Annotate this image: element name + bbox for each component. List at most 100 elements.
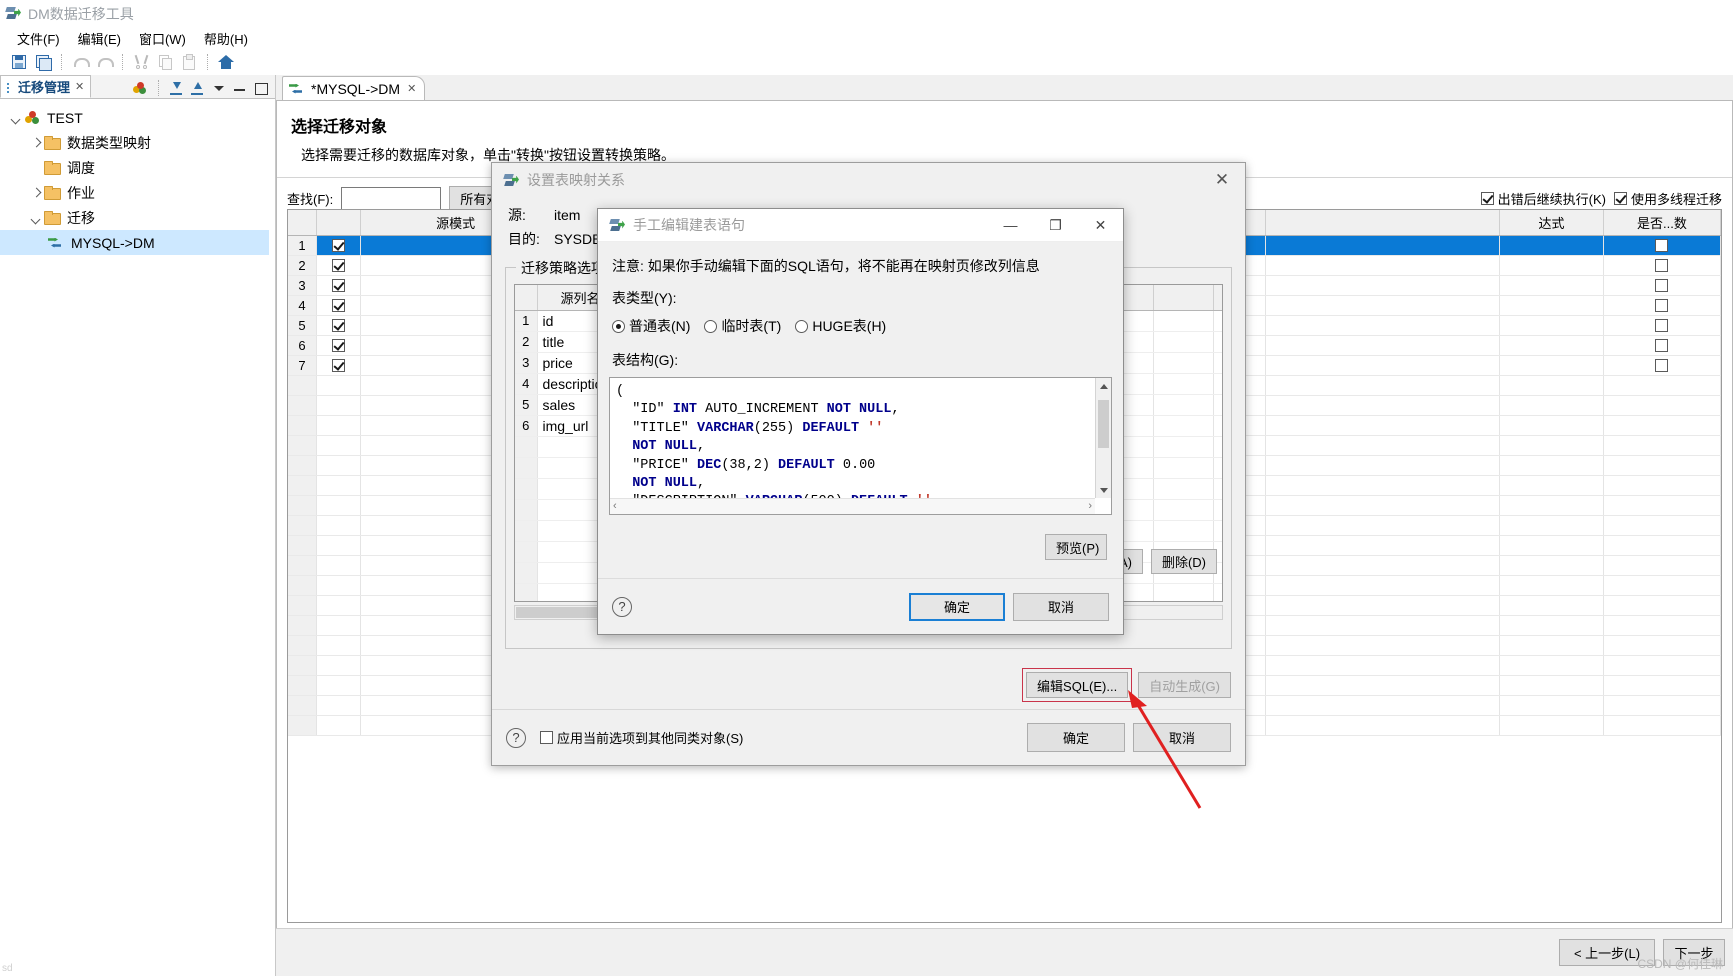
tab-migration-management[interactable]: 迁移管理 ✕ [0,75,92,98]
menu-edit[interactable]: 编辑(E) [69,27,130,50]
sql-editor[interactable]: ( "ID" INT AUTO_INCREMENT NOT NULL, "TIT… [609,377,1112,515]
checkbox-icon[interactable] [1655,339,1669,352]
checkbox-icon[interactable] [1655,239,1669,252]
db-balls-icon[interactable] [132,81,148,96]
export-icon[interactable] [190,81,206,96]
chevron-right-icon[interactable] [28,185,44,201]
cell-is-count[interactable] [1213,331,1222,353]
menu-help[interactable]: 帮助(H) [195,27,257,50]
redo-icon[interactable] [93,52,115,73]
import-icon[interactable] [169,81,185,96]
continue-on-error-checkbox[interactable]: 出错后继续执行(K) [1480,189,1606,208]
preview-sql-button[interactable]: 预览(P) [1045,534,1107,560]
close-icon[interactable]: ✕ [75,80,84,93]
checkbox-icon[interactable] [1655,359,1669,372]
chevron-down-icon[interactable] [8,110,24,126]
checkbox-icon[interactable] [332,239,346,252]
checkbox-icon[interactable] [540,731,553,744]
cell-is-count[interactable] [1213,310,1222,332]
multithread-checkbox[interactable]: 使用多线程迁移 [1613,189,1722,208]
col-is-count[interactable]: 是否...数 [1213,285,1222,311]
radio-icon[interactable] [704,320,718,333]
tree-item-migration[interactable]: 迁移 [0,205,275,230]
tree-item-schedule[interactable]: 调度 [0,155,275,180]
cell-is-count[interactable] [1213,373,1222,395]
menu-window[interactable]: 窗口(W) [130,27,195,50]
tree-item-job[interactable]: 作业 [0,180,275,205]
row-checkbox[interactable] [316,255,362,276]
scroll-down-icon[interactable] [1096,482,1111,498]
checkbox-icon[interactable] [1655,299,1669,312]
edit-sql-button[interactable]: 编辑SQL(E)... [1026,672,1129,698]
cell-is-count[interactable] [1603,315,1721,336]
cell-is-count[interactable] [1603,275,1721,296]
radio-temp-table[interactable]: 临时表(T) [704,316,781,336]
col-rownum[interactable] [515,285,538,311]
maximize-icon[interactable]: ❐ [1033,209,1078,242]
cell-is-count[interactable] [1213,415,1222,437]
sql-horizontal-scrollbar[interactable]: ‹ › [610,498,1095,514]
minimize-icon[interactable] [232,81,248,96]
tree-item-mysql-to-dm[interactable]: MYSQL->DM [0,230,269,255]
col-rownum[interactable] [288,210,318,236]
cell-is-count[interactable] [1603,335,1721,356]
auto-generate-button[interactable]: 自动生成(G) [1138,672,1231,698]
col-expression[interactable]: 达式 [1499,210,1604,236]
radio-icon[interactable] [612,320,625,333]
scroll-right-icon[interactable]: › [1088,500,1092,512]
scrollbar-thumb[interactable] [1098,400,1109,448]
cell-is-count[interactable] [1603,355,1721,376]
col-extra-2[interactable] [1265,210,1500,236]
save-all-icon[interactable] [32,52,54,73]
close-icon[interactable]: ✕ [407,82,416,95]
checkbox-icon[interactable] [1613,192,1627,205]
cut-icon[interactable] [130,52,152,73]
col-is-count[interactable]: 是否...数 [1603,210,1721,236]
minimize-icon[interactable]: — [988,209,1033,242]
chevron-right-icon[interactable] [28,135,44,151]
view-menu-icon[interactable] [211,81,227,96]
paste-icon[interactable] [178,52,200,73]
col-blank-2[interactable] [1153,285,1214,311]
apply-to-others-checkbox[interactable]: 应用当前选项到其他同类对象(S) [540,728,743,747]
tree-item-datatype-mapping[interactable]: 数据类型映射 [0,130,275,155]
delete-column-button[interactable]: 删除(D) [1150,549,1217,574]
maximize-icon[interactable] [253,81,269,96]
checkbox-icon[interactable] [1655,259,1669,272]
ok-button[interactable]: 确定 [909,592,1005,621]
help-icon[interactable]: ? [506,727,526,748]
chevron-down-icon[interactable] [28,210,44,226]
sql-text[interactable]: ( "ID" INT AUTO_INCREMENT NOT NULL, "TIT… [610,378,1111,512]
search-input[interactable] [341,186,442,211]
row-checkbox[interactable] [316,335,362,356]
menu-file[interactable]: 文件(F) [8,27,69,50]
cancel-button[interactable]: 取消 [1013,592,1109,621]
sql-vertical-scrollbar[interactable] [1095,378,1111,498]
checkbox-icon[interactable] [1655,319,1669,332]
cancel-button[interactable]: 取消 [1133,723,1231,752]
cell-is-count[interactable] [1603,295,1721,316]
tab-mysql-to-dm[interactable]: *MYSQL->DM ✕ [282,76,426,100]
scrollbar-thumb[interactable] [516,607,606,618]
tree-item-test[interactable]: TEST [0,105,275,130]
close-icon[interactable]: ✕ [1078,209,1123,242]
save-icon[interactable] [8,52,30,73]
cell-is-count[interactable] [1603,235,1721,256]
cell-is-count[interactable] [1213,394,1222,416]
cell-is-count[interactable] [1213,352,1222,374]
help-icon[interactable]: ? [612,596,632,617]
scroll-up-icon[interactable] [1096,378,1111,394]
copy-icon[interactable] [154,52,176,73]
checkbox-icon[interactable] [332,279,346,292]
checkbox-icon[interactable] [332,339,346,352]
radio-normal-table[interactable]: 普通表(N) [612,316,690,336]
checkbox-icon[interactable] [332,359,346,372]
close-icon[interactable]: ✕ [1205,166,1239,194]
checkbox-icon[interactable] [1480,192,1494,205]
cell-is-count[interactable] [1603,255,1721,276]
row-checkbox[interactable] [316,235,362,256]
row-checkbox[interactable] [316,355,362,376]
row-checkbox[interactable] [316,295,362,316]
home-icon[interactable] [215,52,237,73]
checkbox-icon[interactable] [332,259,346,272]
